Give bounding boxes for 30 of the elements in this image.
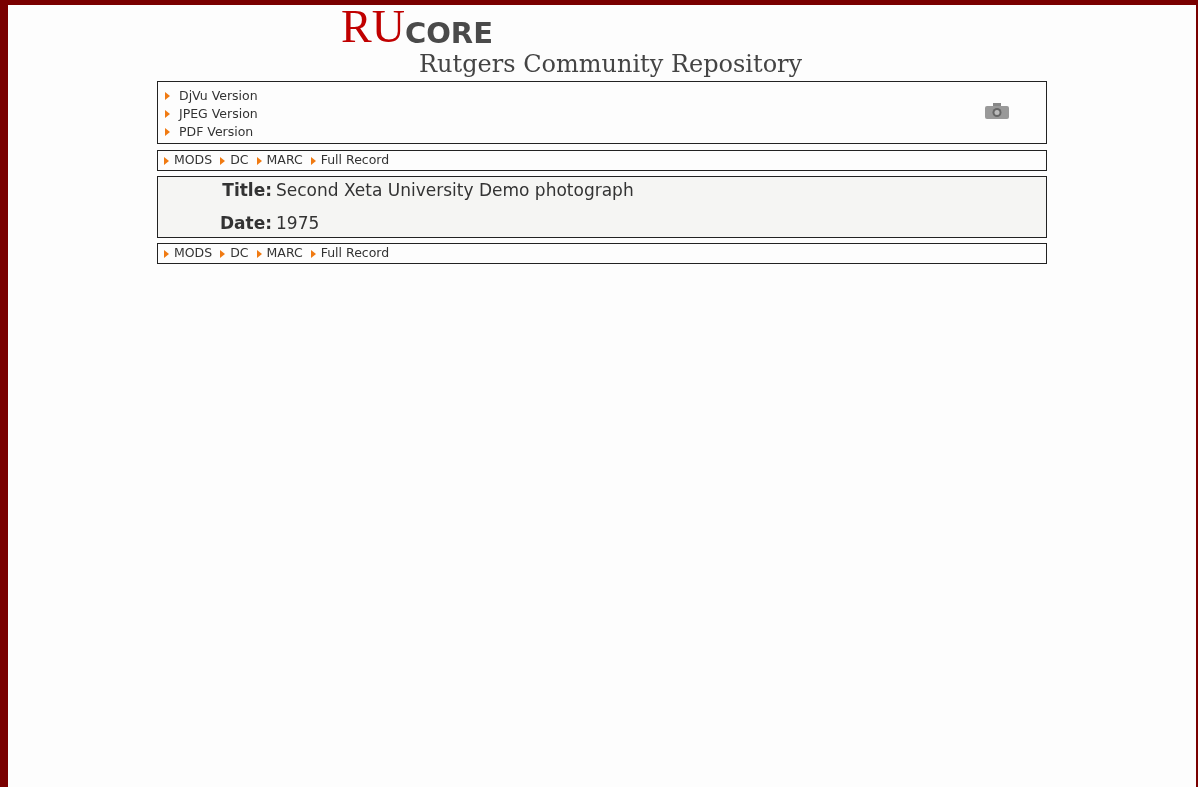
format-link[interactable]: MARC [266,244,303,263]
field-label: Title: [221,179,272,202]
format-link[interactable]: Full Record [320,244,390,263]
field-value: Second Xeta University Demo photograph [276,179,635,202]
format-link[interactable]: MODS [174,151,213,170]
version-link[interactable]: JPEG Version [179,104,258,124]
logo-subtitle: Rutgers Community Repository [419,50,804,79]
format-link[interactable]: DC [230,151,249,170]
format-link[interactable]: Full Record [320,151,390,170]
arrow-icon [165,128,170,136]
format-link[interactable]: MARC [266,151,303,170]
version-link[interactable]: PDF Version [179,122,254,142]
format-link[interactable]: MODS [174,244,213,263]
logo-name: CORE [404,19,493,48]
arrow-icon [256,156,262,165]
field-label: Date: [218,211,272,235]
logo-mark: RU [341,4,405,50]
camera-icon[interactable] [985,103,1009,119]
version-link[interactable]: DjVu Version [179,86,258,106]
arrow-icon [165,92,170,100]
field-value: 1975 [276,211,321,235]
arrow-icon [256,249,262,258]
arrow-icon [164,249,169,258]
arrow-icon [310,156,316,165]
arrow-icon [164,156,169,165]
format-link[interactable]: DC [230,244,249,263]
arrow-icon [165,110,170,118]
arrow-icon [310,249,316,258]
arrow-icon [220,249,226,258]
arrow-icon [220,156,226,165]
